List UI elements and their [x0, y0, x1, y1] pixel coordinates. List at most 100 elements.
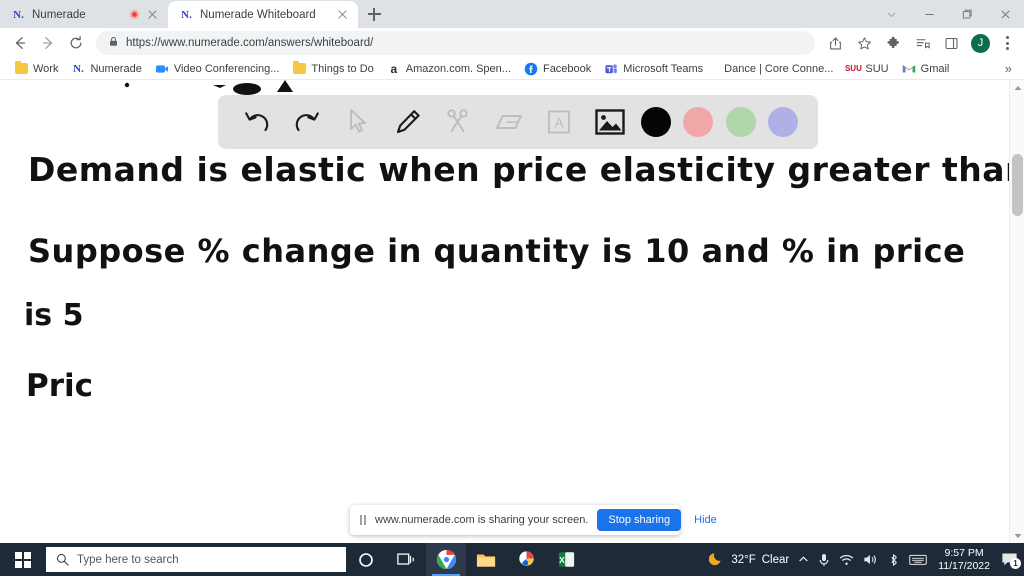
notification-icon[interactable]: 1	[1001, 552, 1021, 569]
cursor-select-icon[interactable]	[339, 103, 377, 141]
ink-line-3: is 5	[24, 298, 84, 333]
tab-numerade-whiteboard[interactable]: N. Numerade Whiteboard	[168, 1, 358, 28]
amazon-icon: a	[390, 61, 398, 76]
start-button[interactable]	[0, 543, 46, 576]
ink-line-2: Suppose % change in quantity is 10 and %…	[28, 232, 966, 270]
folder-icon	[292, 60, 306, 76]
bookmark-label: Dance | Core Conne...	[724, 62, 834, 75]
svg-text:X: X	[559, 555, 565, 565]
text-box-icon[interactable]: A	[540, 103, 578, 141]
taskbar-task-view-icon[interactable]	[386, 543, 426, 576]
image-icon[interactable]	[591, 103, 629, 141]
folder-icon	[14, 60, 28, 76]
tab-close-icon[interactable]	[145, 7, 160, 22]
redo-icon[interactable]	[288, 103, 326, 141]
numerade-icon: N.	[73, 62, 84, 75]
tab-close-icon[interactable]	[335, 7, 350, 22]
pause-icon[interactable]	[360, 515, 366, 525]
hide-sharing-bar-button[interactable]: Hide	[690, 514, 721, 526]
bookmark-star-icon[interactable]	[850, 29, 878, 57]
extensions-icon[interactable]	[879, 29, 907, 57]
bookmark-label: Facebook	[542, 62, 592, 75]
moon-icon	[709, 550, 725, 569]
page-scrollbar[interactable]	[1009, 80, 1024, 543]
taskbar-file-explorer-icon[interactable]	[466, 543, 506, 576]
facebook-icon	[524, 62, 538, 76]
tab-numerade[interactable]: N. Numerade	[0, 1, 168, 28]
clock-date: 11/17/2022	[938, 559, 990, 572]
whiteboard-toolbar: A	[218, 95, 818, 149]
bookmark-things-to-do[interactable]: Things to Do	[286, 60, 379, 78]
bookmark-amazon[interactable]: a Amazon.com. Spen...	[381, 60, 517, 78]
bookmark-microsoft-teams[interactable]: Microsoft Teams	[598, 60, 709, 78]
bookmarks-overflow-button[interactable]: »	[1005, 61, 1016, 76]
suu-icon: SUU	[844, 64, 862, 73]
bookmark-gmail[interactable]: Gmail	[896, 60, 956, 78]
eraser-icon[interactable]	[490, 103, 528, 141]
reading-list-icon[interactable]	[908, 29, 936, 57]
color-red-swatch[interactable]	[683, 107, 714, 137]
bookmark-label: Numerade	[90, 62, 142, 75]
screen-share-bar: www.numerade.com is sharing your screen.…	[350, 505, 717, 535]
share-icon[interactable]	[821, 29, 849, 57]
bookmark-label: Work	[33, 62, 59, 75]
reload-button[interactable]	[62, 29, 90, 57]
taskbar-paint-icon[interactable]	[506, 543, 546, 576]
wifi-icon[interactable]	[839, 554, 854, 566]
clock-time: 9:57 PM	[944, 546, 984, 559]
taskbar-search-input[interactable]: Type here to search	[46, 547, 346, 572]
maximize-button[interactable]	[948, 0, 986, 28]
whiteboard-canvas[interactable]: Demand is elastic when price elasticity …	[0, 80, 1024, 543]
browser-window: N. Numerade N. Numerade Whiteboard https…	[0, 0, 1024, 576]
taskbar-cortana-icon[interactable]	[346, 543, 386, 576]
window-controls	[872, 0, 1024, 28]
forward-button[interactable]	[34, 29, 62, 57]
close-button[interactable]	[986, 0, 1024, 28]
chrome-menu-button[interactable]	[996, 29, 1018, 57]
browser-toolbar: https://www.numerade.com/answers/whitebo…	[0, 28, 1024, 58]
scroll-up-arrow-icon[interactable]	[1010, 80, 1024, 95]
bookmark-label: Amazon.com. Spen...	[405, 62, 511, 75]
bookmark-label: SUU	[865, 62, 889, 75]
minimize-button[interactable]	[910, 0, 948, 28]
search-icon	[56, 553, 69, 566]
windows-taskbar: Type here to search X 32°F Clear 9:57 PM…	[0, 543, 1024, 576]
bookmark-label: Microsoft Teams	[623, 62, 704, 75]
ink-line-4: Pric	[26, 368, 94, 404]
volume-icon[interactable]	[863, 553, 878, 566]
back-button[interactable]	[6, 29, 34, 57]
scroll-down-arrow-icon[interactable]	[1010, 528, 1024, 543]
bookmark-video-conferencing[interactable]: Video Conferencing...	[149, 60, 286, 78]
keyboard-icon[interactable]	[909, 554, 927, 566]
chevron-up-icon[interactable]	[798, 554, 809, 565]
teams-icon	[604, 62, 618, 76]
color-purple-swatch[interactable]	[767, 107, 798, 137]
pencil-icon[interactable]	[389, 103, 427, 141]
bluetooth-icon[interactable]	[887, 553, 900, 567]
bookmark-label: Video Conferencing...	[173, 62, 280, 75]
weather-condition: Clear	[761, 553, 790, 566]
weather-widget[interactable]: 32°F Clear	[709, 550, 789, 569]
taskbar-clock[interactable]: 9:57 PM 11/17/2022	[936, 547, 992, 573]
profile-avatar[interactable]: J	[971, 33, 990, 53]
system-tray: 32°F Clear 9:57 PM 11/17/2022 1	[709, 547, 1024, 573]
address-bar[interactable]: https://www.numerade.com/answers/whitebo…	[96, 31, 815, 55]
stop-sharing-button[interactable]: Stop sharing	[597, 509, 682, 531]
bookmark-suu[interactable]: SUU SUU	[840, 60, 894, 78]
shapes-icon[interactable]	[439, 103, 477, 141]
color-black-swatch[interactable]	[640, 107, 671, 137]
recording-indicator-icon	[130, 10, 139, 19]
tab-search-chevron-down-icon[interactable]	[872, 0, 910, 28]
scrollbar-thumb[interactable]	[1012, 154, 1023, 216]
color-green-swatch[interactable]	[725, 107, 756, 137]
bookmark-facebook[interactable]: Facebook	[518, 60, 597, 78]
taskbar-chrome-icon[interactable]	[426, 543, 466, 576]
undo-icon[interactable]	[238, 103, 276, 141]
bookmark-dance-core-connect[interactable]: Dance | Core Conne...	[718, 61, 839, 77]
bookmark-numerade[interactable]: N. Numerade	[65, 60, 147, 78]
bookmark-work[interactable]: Work	[8, 60, 64, 78]
new-tab-button[interactable]	[360, 0, 388, 28]
microphone-icon[interactable]	[818, 553, 830, 567]
taskbar-excel-icon[interactable]: X	[546, 543, 586, 576]
side-panel-icon[interactable]	[937, 29, 965, 57]
